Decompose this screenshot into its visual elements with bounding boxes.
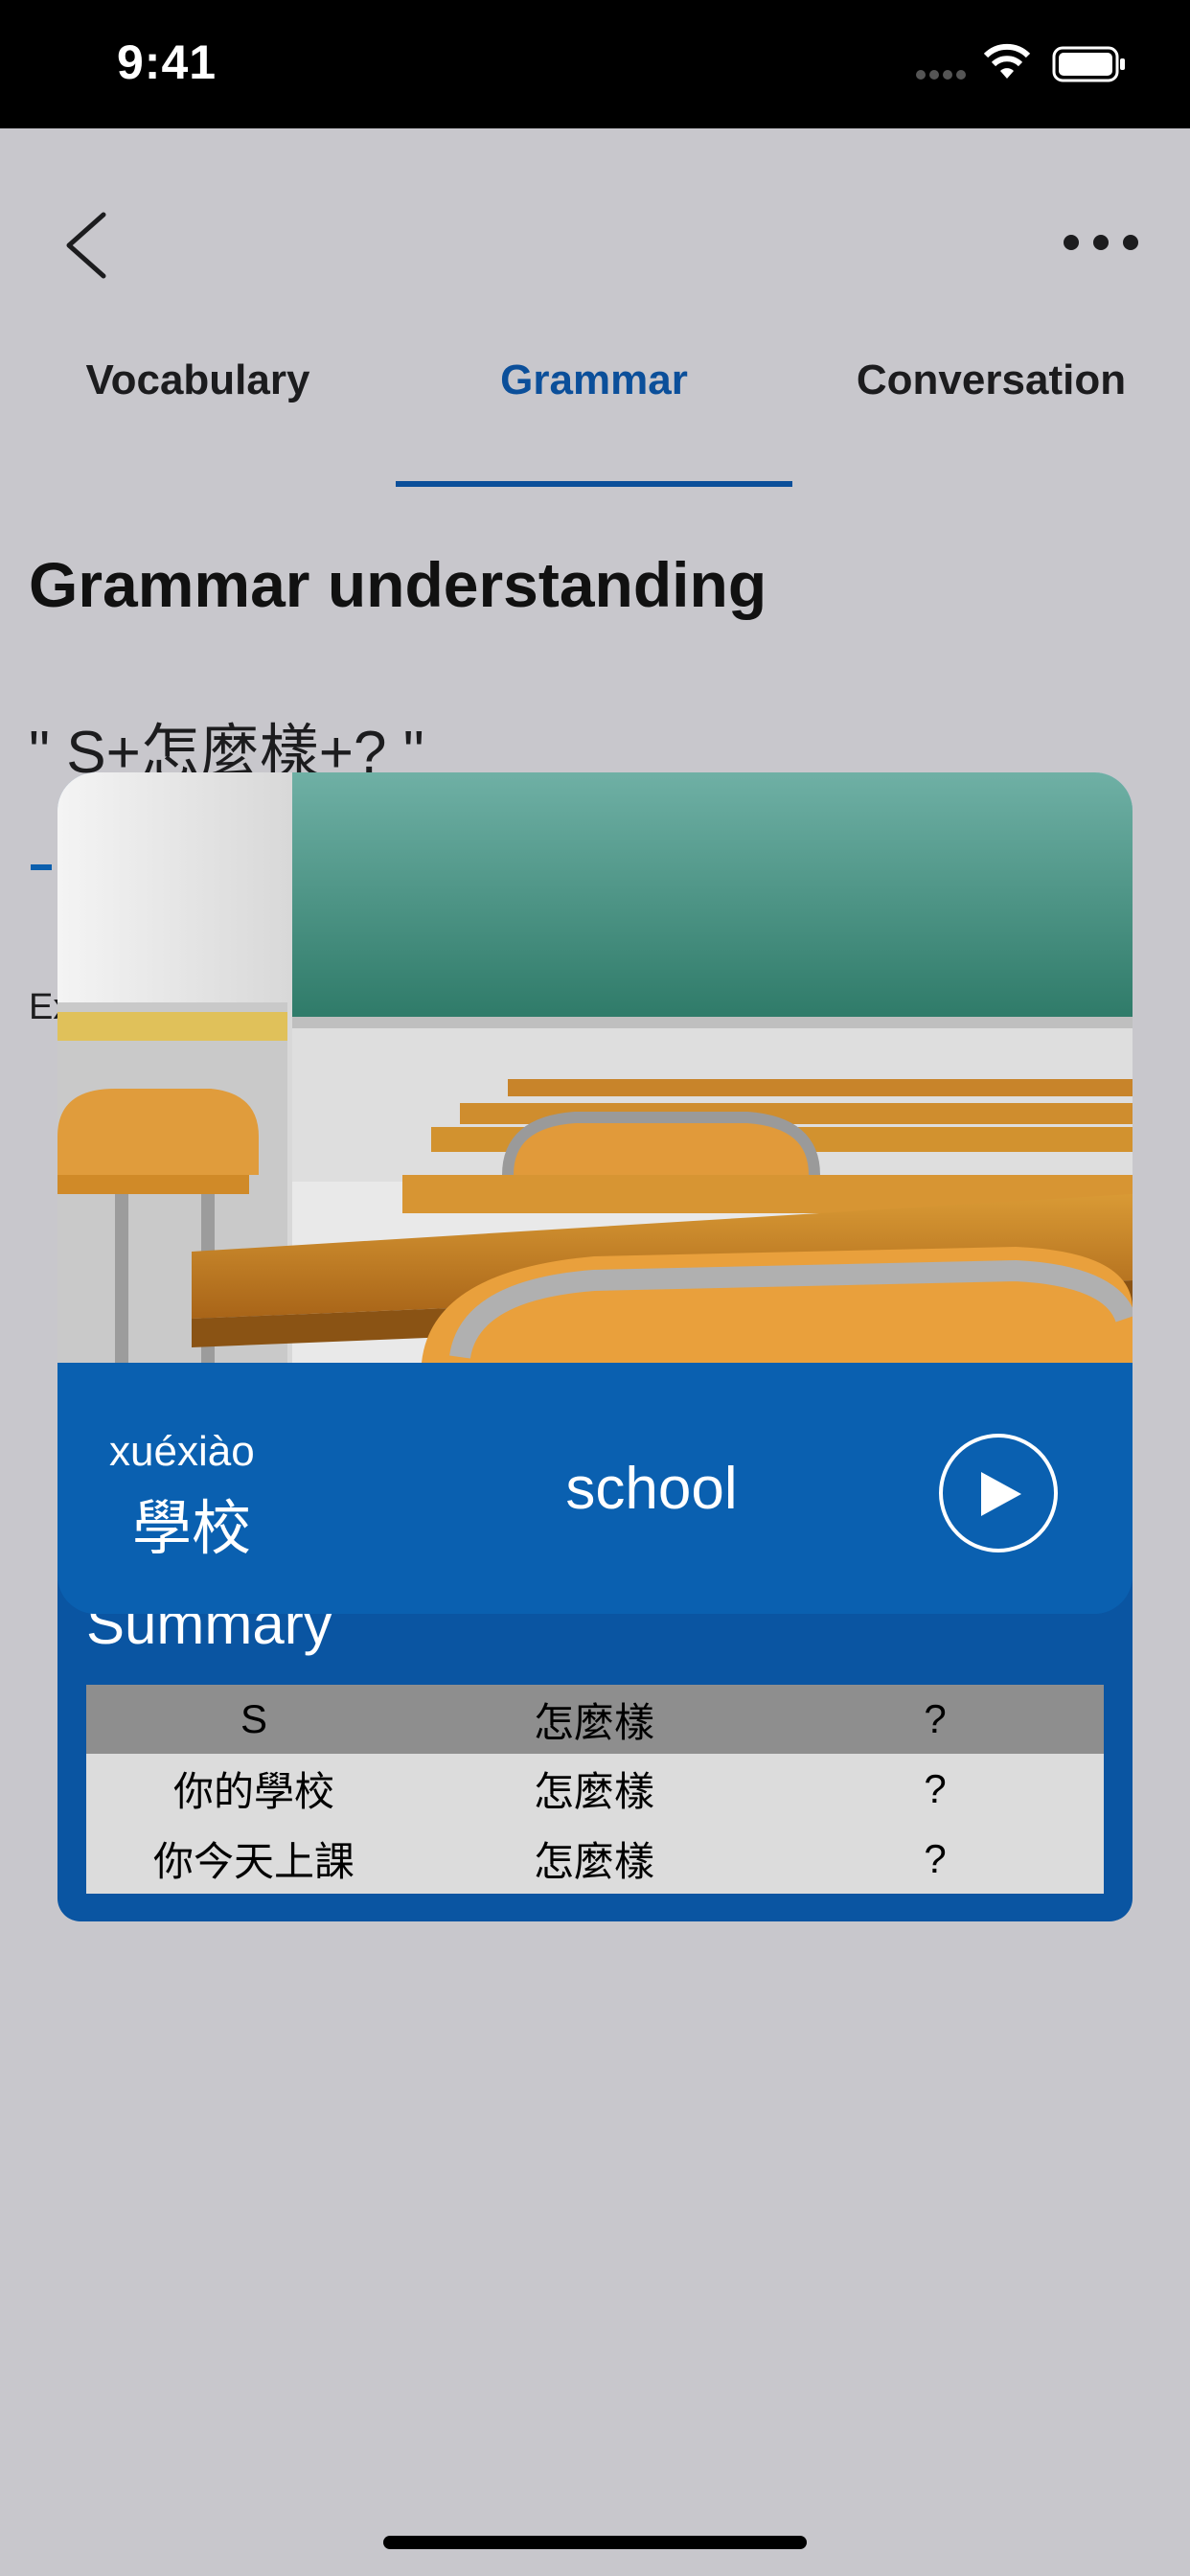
table-header-row: S 怎麼樣 ?: [86, 1685, 1104, 1754]
table-header-cell: 怎麼樣: [422, 1685, 767, 1754]
table-header-cell: ?: [767, 1685, 1104, 1754]
summary-table: S 怎麼樣 ? 你的學校 怎麼樣 ? 你今天上課 怎麼樣 ?: [86, 1685, 1104, 1894]
english-translation: school: [565, 1456, 738, 1522]
table-cell: 怎麼樣: [422, 1754, 767, 1824]
vocabulary-word-card[interactable]: xuéxiào 學校 school: [57, 772, 1133, 1614]
tab-vocabulary[interactable]: Vocabulary: [0, 356, 396, 414]
cellular-signal-icon: [916, 70, 966, 80]
table-cell: 怎麼樣: [422, 1824, 767, 1894]
classroom-photo: [57, 772, 1133, 1363]
tab-conversation[interactable]: Conversation: [792, 356, 1190, 414]
hanzi-text: 學校: [132, 1496, 252, 1562]
battery-icon: [1052, 46, 1125, 82]
more-options-icon[interactable]: [1062, 228, 1140, 257]
wifi-icon: [983, 43, 1031, 79]
status-bar: 9:41: [0, 0, 1190, 128]
table-cell: ?: [767, 1824, 1104, 1894]
table-header-cell: S: [86, 1685, 422, 1754]
pinyin-text: xuéxiào: [109, 1428, 255, 1475]
section-heading: Grammar understanding: [29, 549, 767, 620]
home-indicator[interactable]: [383, 2536, 807, 2549]
table-row: 你今天上課 怎麼樣 ?: [86, 1824, 1104, 1894]
table-row: 你的學校 怎麼樣 ?: [86, 1754, 1104, 1824]
tab-active-indicator: [396, 481, 792, 487]
play-audio-button[interactable]: [939, 1434, 1058, 1552]
tab-grammar[interactable]: Grammar: [396, 356, 792, 414]
divider: [31, 864, 52, 870]
play-icon: [981, 1472, 1021, 1516]
table-cell: 你今天上課: [86, 1824, 422, 1894]
table-cell: ?: [767, 1754, 1104, 1824]
table-cell: 你的學校: [86, 1754, 422, 1824]
word-info-bar: xuéxiào 學校 school: [57, 1363, 1133, 1614]
back-button[interactable]: [57, 209, 115, 282]
status-time: 9:41: [117, 35, 217, 89]
